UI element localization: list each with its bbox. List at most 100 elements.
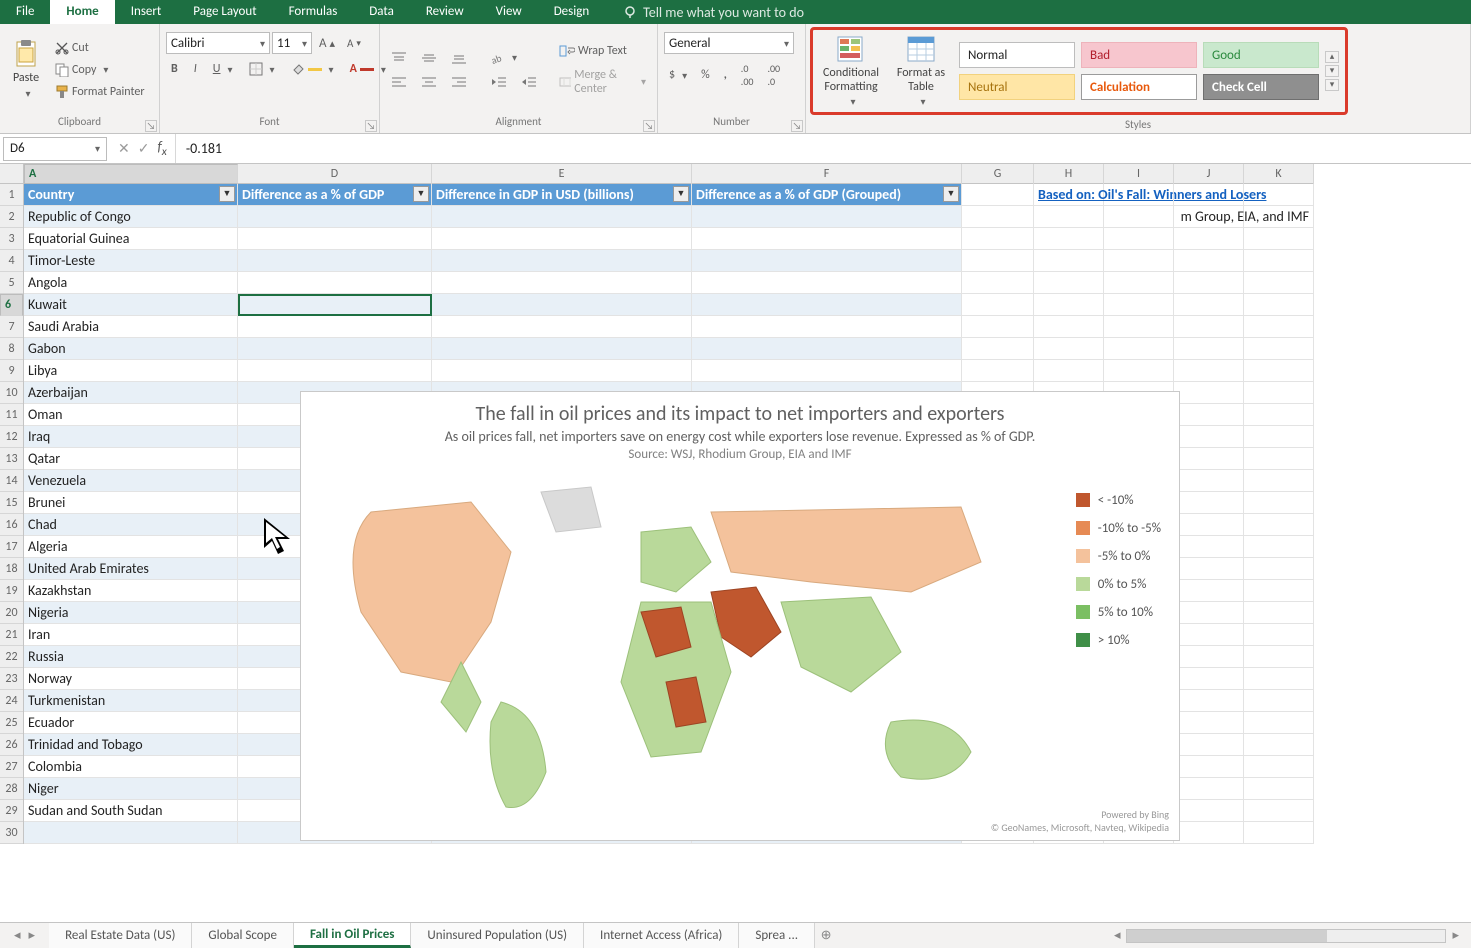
cell-A16[interactable]: Chad: [24, 514, 238, 536]
increase-font-button[interactable]: A▴: [314, 34, 340, 53]
row-header-10[interactable]: 10: [0, 382, 23, 404]
cell-J24[interactable]: [1174, 690, 1244, 712]
cell-E5[interactable]: [432, 272, 692, 294]
cell-K16[interactable]: [1244, 514, 1314, 536]
cell-K25[interactable]: [1244, 712, 1314, 734]
cell-H2[interactable]: [1034, 206, 1104, 228]
cell-K15[interactable]: [1244, 492, 1314, 514]
cell-A18[interactable]: United Arab Emirates: [24, 558, 238, 580]
sheet-tab-fall-in-oil-prices[interactable]: Fall in Oil Prices: [294, 923, 411, 948]
cell-D5[interactable]: [238, 272, 432, 294]
decrease-decimal-button[interactable]: .00.0: [762, 60, 785, 90]
cell-I9[interactable]: [1104, 360, 1174, 382]
row-header-20[interactable]: 20: [0, 602, 23, 624]
cell-H5[interactable]: [1034, 272, 1104, 294]
col-header-E[interactable]: E: [432, 164, 692, 184]
row-header-2[interactable]: 2: [0, 206, 23, 228]
cell-J26[interactable]: [1174, 734, 1244, 756]
cell-G6[interactable]: [962, 294, 1034, 316]
cell-A2[interactable]: Republic of Congo: [24, 206, 238, 228]
cell-style-neutral[interactable]: Neutral: [959, 74, 1075, 100]
cell-A6[interactable]: Kuwait: [24, 294, 238, 316]
formula-input[interactable]: -0.181: [176, 140, 232, 157]
comma-format-button[interactable]: ,: [719, 66, 732, 84]
cell-D1[interactable]: Difference as a % of GDP▼: [238, 184, 432, 206]
cell-D6[interactable]: [238, 294, 432, 316]
row-header-6[interactable]: 6: [0, 294, 23, 316]
font-dialog-launcher[interactable]: ↘: [365, 120, 377, 132]
row-header-23[interactable]: 23: [0, 668, 23, 690]
cell-E7[interactable]: [432, 316, 692, 338]
cell-J3[interactable]: [1174, 228, 1244, 250]
row-header-19[interactable]: 19: [0, 580, 23, 602]
filter-button-E[interactable]: ▼: [673, 186, 689, 202]
row-header-21[interactable]: 21: [0, 624, 23, 646]
cell-K1[interactable]: [1244, 184, 1314, 206]
number-dialog-launcher[interactable]: ↘: [791, 120, 803, 132]
font-name-select[interactable]: Calibri▾: [166, 32, 270, 54]
cell-style-calculation[interactable]: Calculation: [1081, 74, 1197, 100]
sheet-tab-uninsured-population-us-[interactable]: Uninsured Population (US): [411, 923, 584, 948]
sheet-nav-buttons[interactable]: ◂▸: [0, 923, 49, 948]
row-header-26[interactable]: 26: [0, 734, 23, 756]
row-header-16[interactable]: 16: [0, 514, 23, 536]
cell-style-normal[interactable]: Normal: [959, 42, 1075, 68]
cell-H3[interactable]: [1034, 228, 1104, 250]
cell-A11[interactable]: Oman: [24, 404, 238, 426]
cell-style-good[interactable]: Good: [1203, 42, 1319, 68]
cell-K4[interactable]: [1244, 250, 1314, 272]
cell-F1[interactable]: Difference as a % of GDP (Grouped)▼: [692, 184, 962, 206]
insert-function-button[interactable]: fx: [157, 138, 166, 159]
filter-button-A[interactable]: ▼: [219, 186, 235, 202]
cell-E9[interactable]: [432, 360, 692, 382]
cell-E6[interactable]: [432, 294, 692, 316]
cell-J10[interactable]: [1174, 382, 1244, 404]
cell-D4[interactable]: [238, 250, 432, 272]
filter-button-D[interactable]: ▼: [413, 186, 429, 202]
col-header-J[interactable]: J: [1174, 164, 1244, 184]
cell-J7[interactable]: [1174, 316, 1244, 338]
row-header-7[interactable]: 7: [0, 316, 23, 338]
row-header-15[interactable]: 15: [0, 492, 23, 514]
styles-gallery-scroll[interactable]: ▴▾▾: [1325, 51, 1339, 91]
col-header-H[interactable]: H: [1034, 164, 1104, 184]
cell-A29[interactable]: Sudan and South Sudan: [24, 800, 238, 822]
cell-J1[interactable]: [1174, 184, 1244, 206]
cell-A21[interactable]: Iran: [24, 624, 238, 646]
cell-K28[interactable]: [1244, 778, 1314, 800]
cell-A8[interactable]: Gabon: [24, 338, 238, 360]
cell-J17[interactable]: [1174, 536, 1244, 558]
cell-I1[interactable]: [1104, 184, 1174, 206]
cell-style-check-cell[interactable]: Check Cell: [1203, 74, 1319, 100]
worksheet-area[interactable]: ADEFGHIJK 123456789101112131415161718192…: [0, 164, 1471, 858]
borders-button[interactable]: ▾: [244, 60, 280, 78]
cell-A13[interactable]: Qatar: [24, 448, 238, 470]
row-header-1[interactable]: 1: [0, 184, 23, 206]
cell-J14[interactable]: [1174, 470, 1244, 492]
cell-G8[interactable]: [962, 338, 1034, 360]
cell-G7[interactable]: [962, 316, 1034, 338]
cell-E4[interactable]: [432, 250, 692, 272]
select-all-corner[interactable]: [0, 164, 24, 184]
cell-G2[interactable]: [962, 206, 1034, 228]
cell-J4[interactable]: [1174, 250, 1244, 272]
merge-center-button[interactable]: Merge & Center▾: [554, 66, 651, 98]
cell-F4[interactable]: [692, 250, 962, 272]
cell-A4[interactable]: Timor-Leste: [24, 250, 238, 272]
cell-I5[interactable]: [1104, 272, 1174, 294]
filter-button-F[interactable]: ▼: [943, 186, 959, 202]
cell-G5[interactable]: [962, 272, 1034, 294]
cell-J6[interactable]: [1174, 294, 1244, 316]
cell-A10[interactable]: Azerbaijan: [24, 382, 238, 404]
cell-A3[interactable]: Equatorial Guinea: [24, 228, 238, 250]
embedded-map-chart[interactable]: The fall in oil prices and its impact to…: [300, 391, 1180, 841]
percent-format-button[interactable]: %: [696, 66, 715, 84]
row-header-4[interactable]: 4: [0, 250, 23, 272]
cell-F6[interactable]: [692, 294, 962, 316]
cell-K12[interactable]: [1244, 426, 1314, 448]
cell-A15[interactable]: Brunei: [24, 492, 238, 514]
cell-K27[interactable]: [1244, 756, 1314, 778]
cell-style-bad[interactable]: Bad: [1081, 42, 1197, 68]
cell-G3[interactable]: [962, 228, 1034, 250]
cell-I7[interactable]: [1104, 316, 1174, 338]
